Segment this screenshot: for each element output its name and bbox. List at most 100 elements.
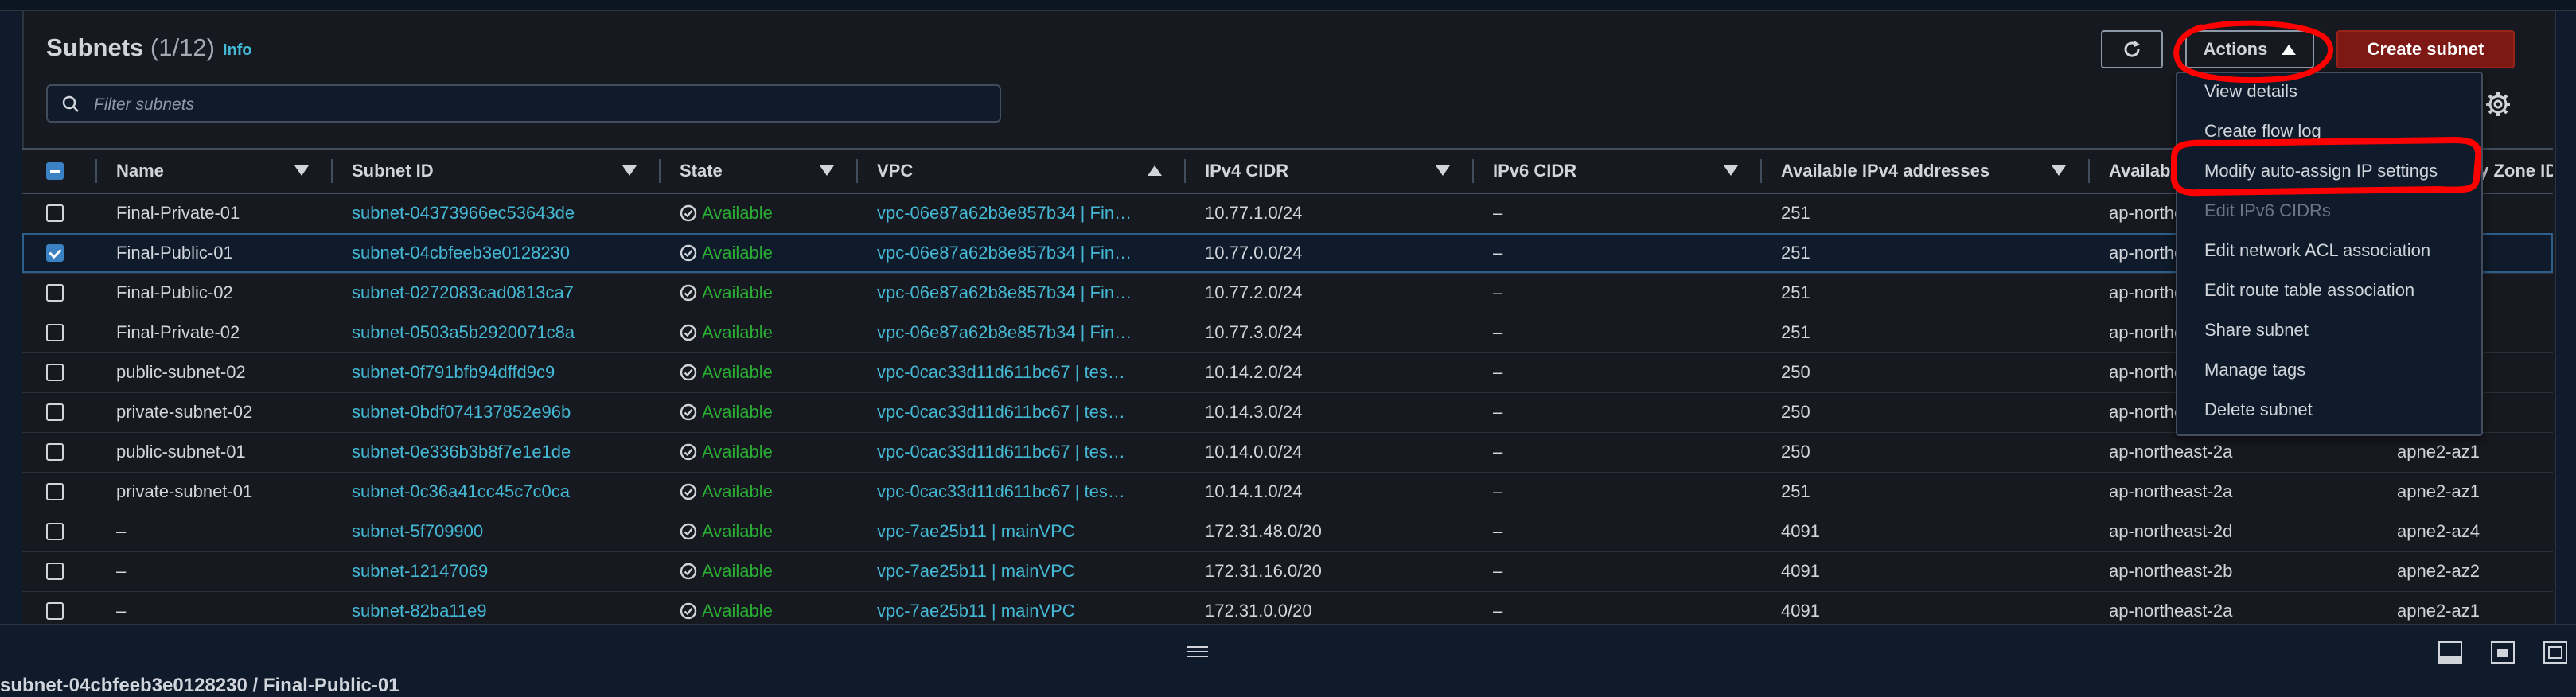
subnet-id-link[interactable]: subnet-0bdf074137852e96b: [331, 402, 659, 422]
vpc-cell[interactable]: vpc-06e87a62b8e857b34 | Fin…: [856, 273, 1184, 313]
subnet-id-link[interactable]: subnet-12147069: [331, 561, 659, 582]
menu-item-delete-subnet[interactable]: Delete subnet: [2204, 399, 2313, 420]
row-checkbox-cell[interactable]: [22, 352, 95, 392]
subnet-id-cell[interactable]: subnet-04cbfeeb3e0128230: [331, 233, 659, 273]
subnet-id-link[interactable]: subnet-04373966ec53643de: [331, 203, 659, 224]
vpc-cell[interactable]: vpc-06e87a62b8e857b34 | Fin…: [856, 233, 1184, 273]
subnet-id-link[interactable]: subnet-0c36a41cc45c7c0ca: [331, 481, 659, 502]
select-all-checkbox[interactable]: [46, 162, 64, 180]
vpc-link[interactable]: vpc-7ae25b11 | mainVPC: [856, 521, 1184, 542]
vpc-link[interactable]: vpc-06e87a62b8e857b34 | Fin…: [856, 243, 1184, 263]
sort-down-icon[interactable]: [1724, 165, 1738, 176]
vpc-link[interactable]: vpc-0cac33d11d611bc67 | tes…: [856, 442, 1184, 462]
menu-item-view-details[interactable]: View details: [2204, 81, 2297, 102]
row-checkbox[interactable]: [46, 284, 64, 302]
subnet-id-link[interactable]: subnet-0e336b3b8f7e1e1de: [331, 442, 659, 462]
subnet-id-cell[interactable]: subnet-12147069: [331, 551, 659, 591]
vpc-cell[interactable]: vpc-06e87a62b8e857b34 | Fin…: [856, 193, 1184, 233]
sort-down-icon[interactable]: [2052, 165, 2066, 176]
subnet-id-cell[interactable]: subnet-0272083cad0813ca7: [331, 273, 659, 313]
subnet-id-cell[interactable]: subnet-0bdf074137852e96b: [331, 392, 659, 432]
column-header-name[interactable]: Name: [95, 149, 331, 193]
vpc-cell[interactable]: vpc-7ae25b11 | mainVPC: [856, 551, 1184, 591]
row-checkbox[interactable]: [46, 443, 64, 461]
vpc-cell[interactable]: vpc-06e87a62b8e857b34 | Fin…: [856, 313, 1184, 352]
column-header-vpc[interactable]: VPC: [856, 149, 1184, 193]
subnet-id-cell[interactable]: subnet-5f709900: [331, 512, 659, 551]
row-checkbox-cell[interactable]: [22, 233, 95, 273]
sort-down-icon[interactable]: [820, 165, 834, 176]
row-checkbox-cell[interactable]: [22, 472, 95, 512]
row-checkbox[interactable]: [46, 563, 64, 580]
menu-item-modify-auto-assign-ip[interactable]: Modify auto-assign IP settings: [2204, 161, 2438, 181]
sort-down-icon[interactable]: [294, 165, 309, 176]
select-all-header[interactable]: [22, 149, 95, 193]
refresh-button[interactable]: [2101, 30, 2163, 68]
table-row[interactable]: Final-Private-01 subnet-04373966ec53643de…: [22, 193, 2553, 233]
actions-button[interactable]: Actions: [2185, 30, 2314, 68]
table-row[interactable]: private-subnet-02 subnet-0bdf074137852e96…: [22, 392, 2553, 432]
menu-item-create-flow-log[interactable]: Create flow log: [2204, 121, 2321, 142]
vpc-link[interactable]: vpc-06e87a62b8e857b34 | Fin…: [856, 203, 1184, 224]
menu-item-edit-network-acl[interactable]: Edit network ACL association: [2204, 240, 2430, 261]
subnet-id-cell[interactable]: subnet-0f791bfb94dffd9c9: [331, 352, 659, 392]
vpc-cell[interactable]: vpc-0cac33d11d611bc67 | tes…: [856, 392, 1184, 432]
menu-item-share-subnet[interactable]: Share subnet: [2204, 320, 2309, 341]
vpc-link[interactable]: vpc-7ae25b11 | mainVPC: [856, 561, 1184, 582]
row-checkbox[interactable]: [46, 324, 64, 341]
table-row[interactable]: – subnet-12147069 Available vpc-7ae25b11 | …: [22, 551, 2553, 591]
table-row[interactable]: Final-Private-02 subnet-0503a5b2920071c8a…: [22, 313, 2553, 352]
row-checkbox-cell[interactable]: [22, 432, 95, 472]
table-row[interactable]: Final-Public-02 subnet-0272083cad0813ca7 A…: [22, 273, 2553, 313]
vpc-link[interactable]: vpc-06e87a62b8e857b34 | Fin…: [856, 322, 1184, 343]
table-row[interactable]: – subnet-5f709900 Available vpc-7ae25b11 | …: [22, 512, 2553, 551]
subnet-id-cell[interactable]: subnet-0e336b3b8f7e1e1de: [331, 432, 659, 472]
vpc-cell[interactable]: vpc-7ae25b11 | mainVPC: [856, 512, 1184, 551]
split-side-icon[interactable]: [2491, 641, 2515, 664]
vpc-link[interactable]: vpc-0cac33d11d611bc67 | tes…: [856, 481, 1184, 502]
vpc-link[interactable]: vpc-0cac33d11d611bc67 | tes…: [856, 402, 1184, 422]
resize-handle-icon[interactable]: [1187, 646, 1208, 657]
row-checkbox-cell[interactable]: [22, 551, 95, 591]
row-checkbox[interactable]: [46, 244, 64, 262]
row-checkbox-cell[interactable]: [22, 193, 95, 233]
column-header-state[interactable]: State: [659, 149, 856, 193]
table-row[interactable]: Final-Public-01 subnet-04cbfeeb3e0128230 A…: [22, 233, 2553, 273]
filter-subnets-input[interactable]: Filter subnets: [46, 84, 1001, 123]
column-header-available-ipv4[interactable]: Available IPv4 addresses: [1760, 149, 2088, 193]
split-bottom-icon[interactable]: [2438, 641, 2462, 664]
row-checkbox[interactable]: [46, 364, 64, 381]
menu-item-manage-tags[interactable]: Manage tags: [2204, 360, 2305, 380]
column-header-ipv6-cidr[interactable]: IPv6 CIDR: [1472, 149, 1760, 193]
row-checkbox-cell[interactable]: [22, 273, 95, 313]
split-full-icon[interactable]: [2543, 641, 2567, 664]
subnet-id-cell[interactable]: subnet-04373966ec53643de: [331, 193, 659, 233]
subnet-id-cell[interactable]: subnet-0503a5b2920071c8a: [331, 313, 659, 352]
subnet-id-link[interactable]: subnet-5f709900: [331, 521, 659, 542]
row-checkbox-cell[interactable]: [22, 512, 95, 551]
table-row[interactable]: public-subnet-02 subnet-0f791bfb94dffd9c9…: [22, 352, 2553, 392]
row-checkbox[interactable]: [46, 523, 64, 540]
subnet-id-link[interactable]: subnet-0272083cad0813ca7: [331, 282, 659, 303]
column-header-ipv4-cidr[interactable]: IPv4 CIDR: [1184, 149, 1472, 193]
subnet-id-link[interactable]: subnet-0f791bfb94dffd9c9: [331, 362, 659, 383]
row-checkbox-cell[interactable]: [22, 313, 95, 352]
gear-icon[interactable]: [2484, 91, 2512, 118]
subnet-id-cell[interactable]: subnet-0c36a41cc45c7c0ca: [331, 472, 659, 512]
table-row[interactable]: public-subnet-01 subnet-0e336b3b8f7e1e1de…: [22, 432, 2553, 472]
row-checkbox[interactable]: [46, 403, 64, 421]
sort-up-icon[interactable]: [1148, 165, 1162, 176]
vpc-cell[interactable]: vpc-0cac33d11d611bc67 | tes…: [856, 352, 1184, 392]
vpc-cell[interactable]: vpc-0cac33d11d611bc67 | tes…: [856, 472, 1184, 512]
vpc-link[interactable]: vpc-7ae25b11 | mainVPC: [856, 601, 1184, 621]
sort-down-icon[interactable]: [622, 165, 637, 176]
info-link[interactable]: Info: [223, 41, 252, 60]
table-row[interactable]: private-subnet-01 subnet-0c36a41cc45c7c0c…: [22, 472, 2553, 512]
menu-item-edit-route-table[interactable]: Edit route table association: [2204, 280, 2414, 301]
row-checkbox[interactable]: [46, 602, 64, 620]
subnet-id-link[interactable]: subnet-04cbfeeb3e0128230: [331, 243, 659, 263]
row-checkbox[interactable]: [46, 483, 64, 500]
vpc-cell[interactable]: vpc-0cac33d11d611bc67 | tes…: [856, 432, 1184, 472]
vpc-link[interactable]: vpc-0cac33d11d611bc67 | tes…: [856, 362, 1184, 383]
row-checkbox[interactable]: [46, 204, 64, 223]
